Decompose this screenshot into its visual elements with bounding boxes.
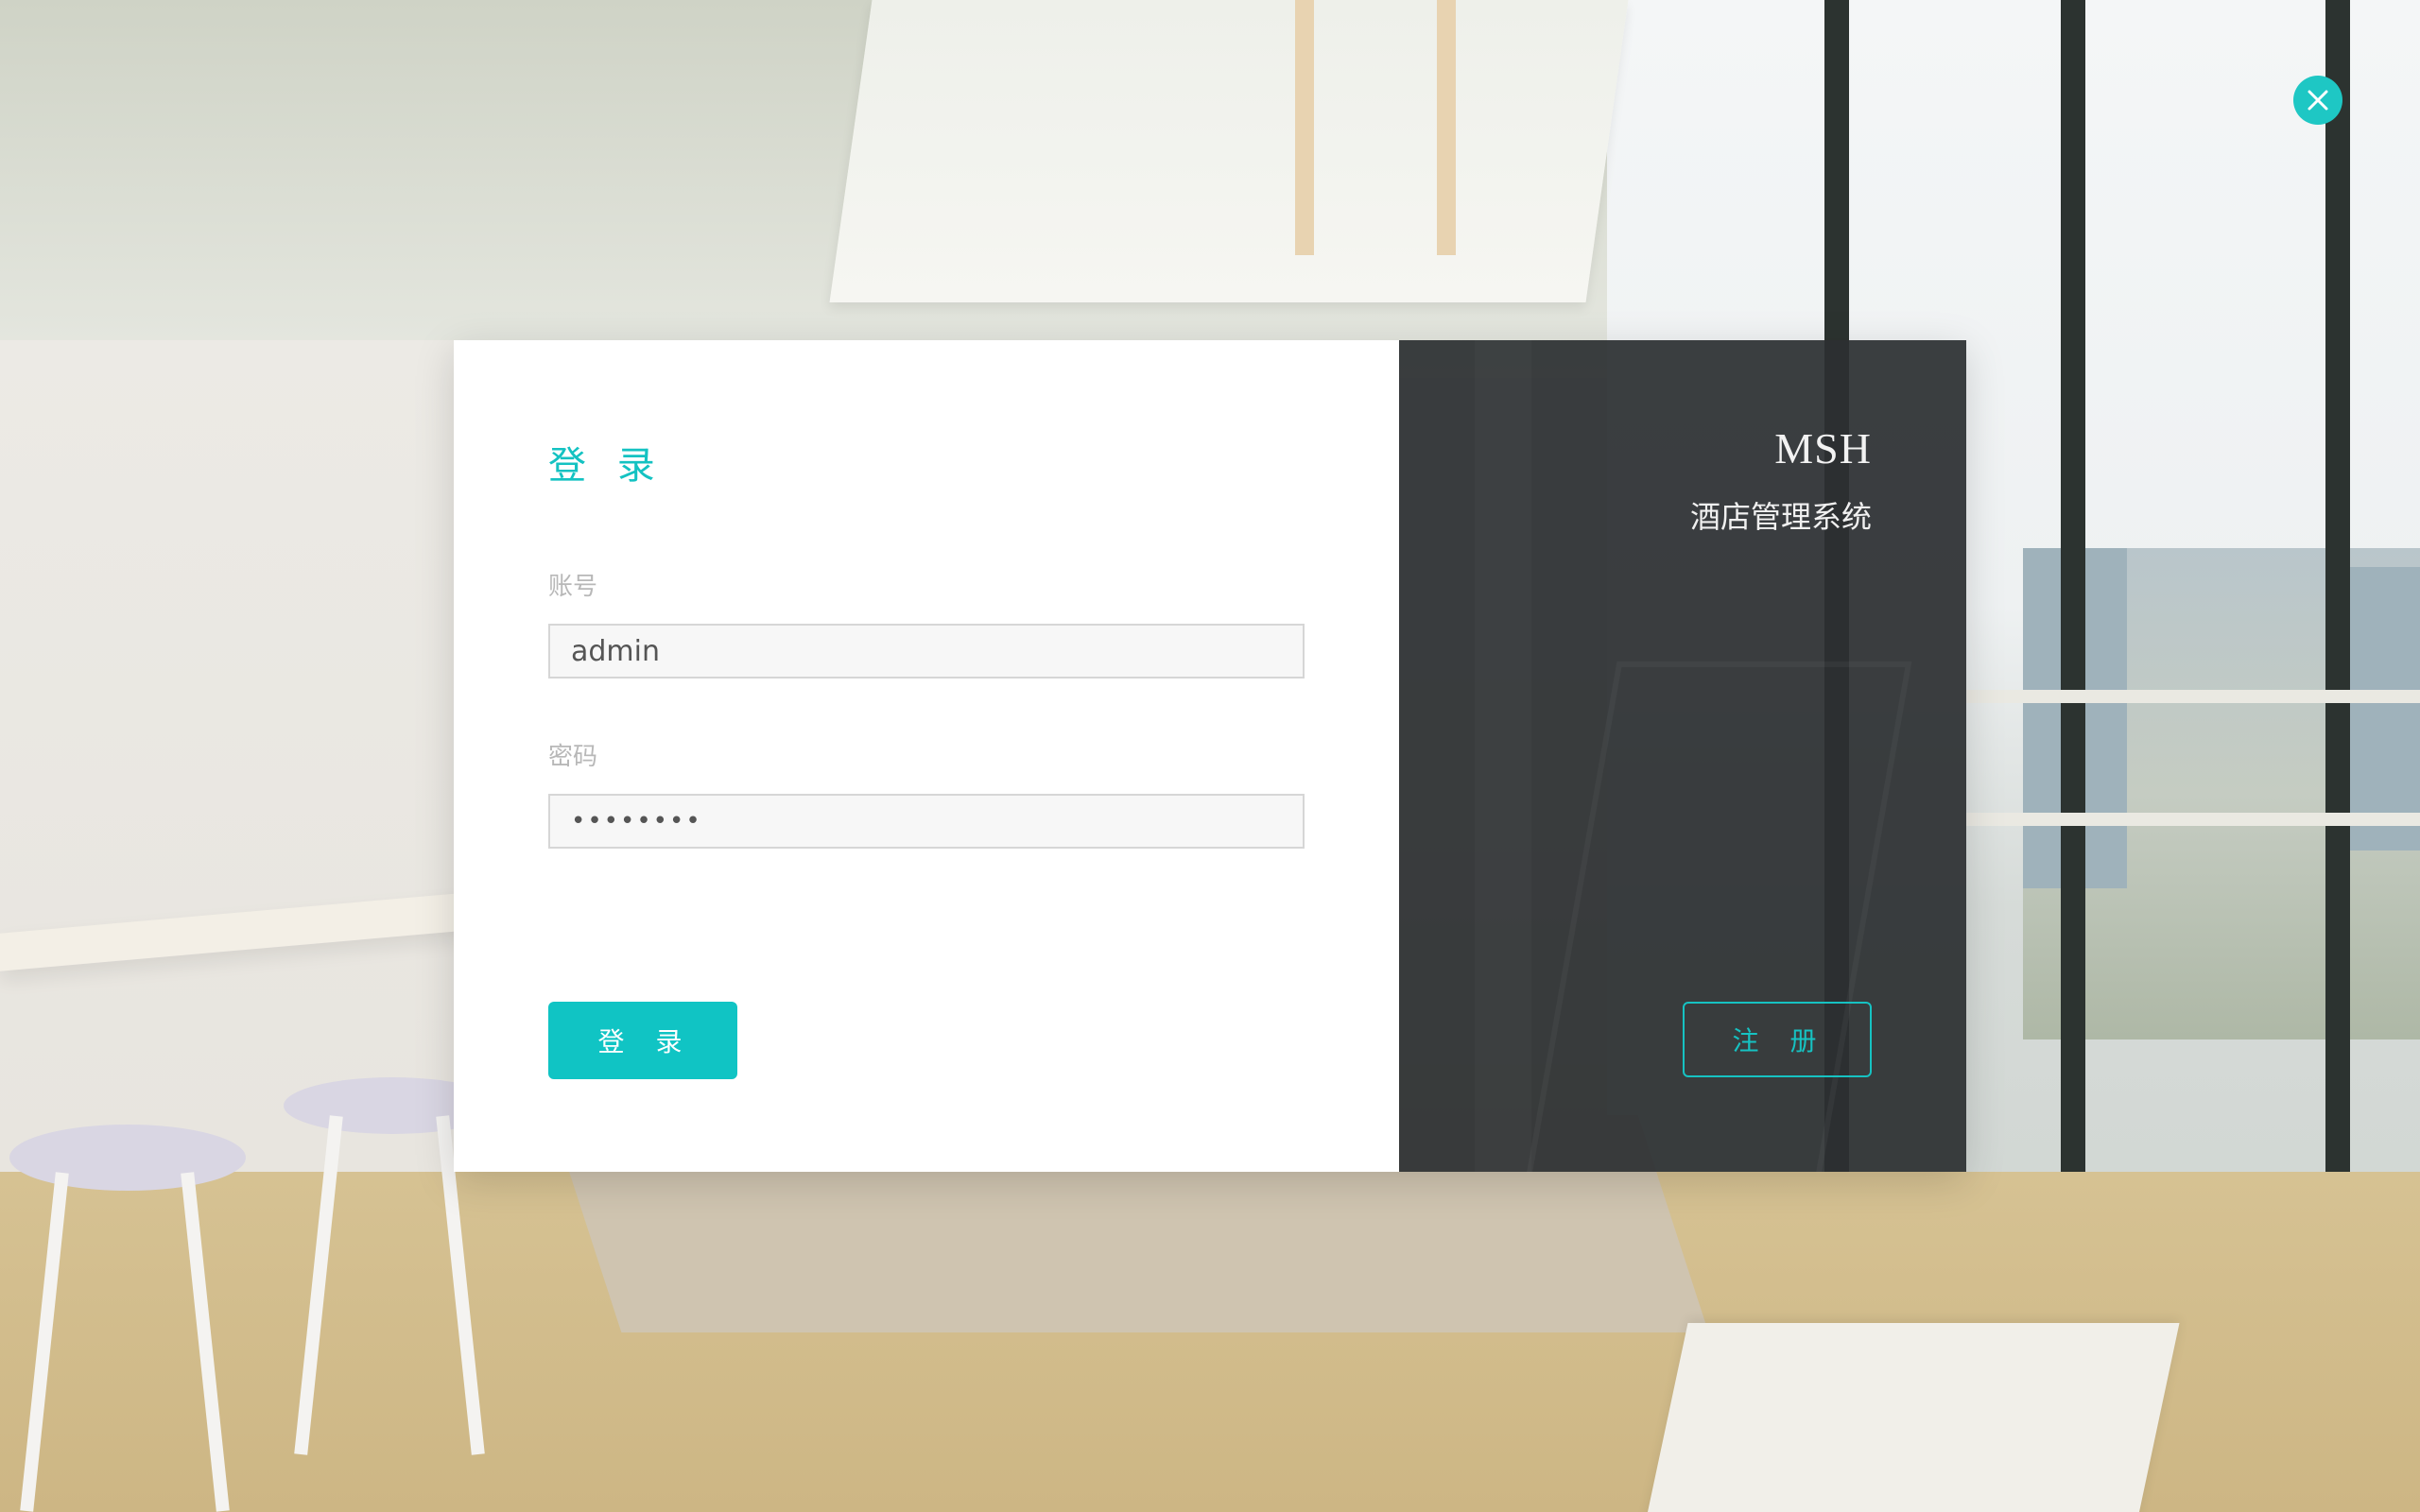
close-button[interactable] bbox=[2293, 76, 2342, 125]
username-input[interactable] bbox=[548, 624, 1305, 679]
close-icon bbox=[2308, 90, 2328, 111]
login-panel: 登 录 账号 密码 登 录 bbox=[454, 340, 1399, 1172]
balcony-rail bbox=[1966, 690, 2420, 703]
brand-panel: MSH 酒店管理系统 注 册 bbox=[1399, 340, 1966, 1172]
tea-table bbox=[1639, 1323, 2180, 1512]
balcony-rail bbox=[1966, 813, 2420, 826]
panel-texture bbox=[1521, 662, 1912, 1172]
brand-name: MSH bbox=[1774, 424, 1872, 472]
panel-texture bbox=[1475, 340, 1531, 1172]
loft-bed bbox=[829, 0, 1629, 302]
login-button[interactable]: 登 录 bbox=[548, 1002, 737, 1079]
login-dialog: 登 录 账号 密码 登 录 MSH 酒店管理系统 注 册 bbox=[454, 340, 1966, 1172]
password-input[interactable] bbox=[548, 794, 1305, 849]
city-tower bbox=[2344, 567, 2420, 850]
register-button[interactable]: 注 册 bbox=[1683, 1002, 1872, 1077]
loft-post bbox=[1437, 0, 1456, 255]
username-label: 账号 bbox=[548, 573, 598, 601]
password-label: 密码 bbox=[548, 743, 598, 771]
login-title: 登 录 bbox=[548, 444, 665, 488]
brand-subtitle: 酒店管理系统 bbox=[1689, 499, 1872, 535]
loft-post bbox=[1295, 0, 1314, 255]
